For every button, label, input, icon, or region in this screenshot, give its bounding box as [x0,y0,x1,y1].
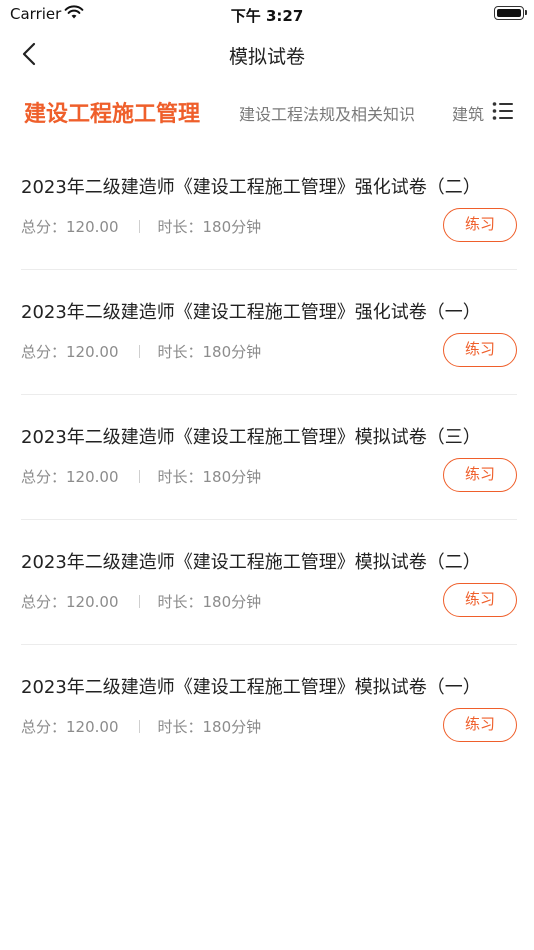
paper-title: 2023年二级建造师《建设工程施工管理》模拟试卷（二） [21,552,481,573]
tab-construction-management[interactable]: 建设工程施工管理 [24,96,200,128]
paper-duration: 时长：180分钟 [157,218,262,236]
paper-duration: 时长：180分钟 [157,593,262,611]
nav-bar: 模拟试卷 [0,28,534,80]
paper-meta: 总分：120.00 时长：180分钟 [21,216,261,237]
list-item: 2023年二级建造师《建设工程施工管理》强化试卷（一） 总分：120.00 时长… [21,270,517,395]
battery-level [497,9,521,17]
paper-meta: 总分：120.00 时长：180分钟 [21,341,261,362]
list-menu-icon [492,102,514,125]
meta-divider [138,345,140,358]
meta-divider [138,720,140,733]
list-item: 2023年二级建造师《建设工程施工管理》模拟试卷（一） 总分：120.00 时长… [21,645,517,770]
practice-button[interactable]: 练习 [443,333,517,367]
list-item: 2023年二级建造师《建设工程施工管理》模拟试卷（二） 总分：120.00 时长… [21,520,517,645]
paper-title: 2023年二级建造师《建设工程施工管理》模拟试卷（一） [21,677,481,698]
practice-button[interactable]: 练习 [443,708,517,742]
paper-score: 总分：120.00 [21,718,119,736]
paper-score: 总分：120.00 [21,218,119,236]
subject-tabs: 建设工程施工管理 建设工程法规及相关知识 建筑 [0,88,534,138]
paper-meta: 总分：120.00 时长：180分钟 [21,466,261,487]
paper-score: 总分：120.00 [21,343,119,361]
paper-list: 2023年二级建造师《建设工程施工管理》强化试卷（二） 总分：120.00 时长… [0,145,534,770]
paper-title: 2023年二级建造师《建设工程施工管理》强化试卷（二） [21,177,481,198]
meta-divider [138,470,140,483]
category-menu-button[interactable] [492,101,514,121]
meta-divider [138,595,140,608]
status-bar: Carrier 下午 3:27 [0,0,534,28]
paper-duration: 时长：180分钟 [157,718,262,736]
status-time: 下午 3:27 [230,7,304,25]
paper-title: 2023年二级建造师《建设工程施工管理》模拟试卷（三） [21,427,481,448]
battery-icon [494,6,527,20]
tab-construction-regulations[interactable]: 建设工程法规及相关知识 [239,101,415,125]
page-title: 模拟试卷 [228,46,305,68]
paper-meta: 总分：120.00 时长：180分钟 [21,716,261,737]
paper-duration: 时长：180分钟 [157,343,262,361]
paper-meta: 总分：120.00 时长：180分钟 [21,591,261,612]
practice-button[interactable]: 练习 [443,458,517,492]
meta-divider [138,220,140,233]
paper-title: 2023年二级建造师《建设工程施工管理》强化试卷（一） [21,302,481,323]
practice-button[interactable]: 练习 [443,208,517,242]
practice-button[interactable]: 练习 [443,583,517,617]
paper-duration: 时长：180分钟 [157,468,262,486]
paper-score: 总分：120.00 [21,593,119,611]
list-item: 2023年二级建造师《建设工程施工管理》强化试卷（二） 总分：120.00 时长… [21,145,517,270]
paper-score: 总分：120.00 [21,468,119,486]
list-item: 2023年二级建造师《建设工程施工管理》模拟试卷（三） 总分：120.00 时长… [21,395,517,520]
tab-architecture[interactable]: 建筑 [452,101,488,125]
